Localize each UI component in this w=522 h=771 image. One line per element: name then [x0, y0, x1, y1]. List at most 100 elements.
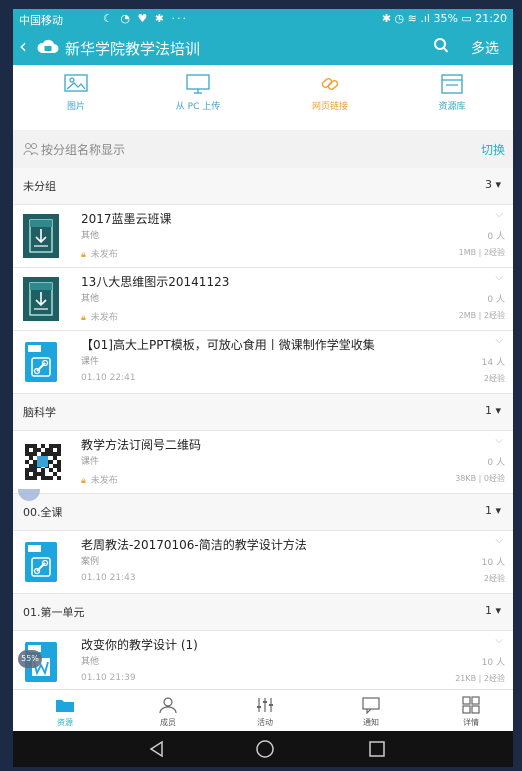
file-thumbnail-icon — [23, 277, 59, 321]
section-header[interactable]: 未分组 3 ▾ — [13, 168, 513, 205]
status-bar: 中国移动 ☾ ◔ ♥ ✱ ··· ✱ ◷ ≋ .ıl 35% ▭ 21:20 — [13, 9, 513, 29]
group-users-icon — [23, 143, 39, 156]
nav-label: 详情 — [463, 718, 479, 727]
file-thumbnail-icon — [23, 440, 63, 484]
nav-item-activity[interactable]: 活动 — [230, 696, 300, 728]
chevron-down-icon[interactable]: ⌵ — [495, 272, 503, 283]
chevron-down-icon[interactable]: ⌵ — [495, 335, 503, 346]
chevron-down-icon[interactable]: ⌵ — [495, 435, 503, 446]
resource-list: 未分组 3 ▾ 2017蓝墨云班课 其他 🔒︎ 未发布 ⌵ 0 人 1MB | 2经验 13八大思… — [13, 168, 513, 694]
multi-select-button[interactable]: 多选 — [471, 38, 499, 58]
section-count[interactable]: 1 ▾ — [485, 504, 501, 517]
item-people: 0 人 — [487, 295, 505, 305]
item-category: 课件 — [81, 357, 100, 367]
status-icons: ☾ ◔ ♥ ✱ ··· — [103, 12, 189, 25]
app-screen: 中国移动 ☾ ◔ ♥ ✱ ··· ✱ ◷ ≋ .ıl 35% ▭ 21:20 ‹… — [13, 9, 513, 767]
nav-item-notification[interactable]: 通知 — [336, 696, 406, 728]
item-status: 01.10 21:43 — [81, 573, 136, 583]
nav-item-details[interactable]: 详情 — [436, 696, 506, 728]
item-category: 其他 — [81, 231, 100, 241]
section-count[interactable]: 1 ▾ — [485, 404, 501, 417]
item-title: 2017蓝墨云班课 — [81, 212, 172, 226]
nav-label: 成员 — [160, 718, 176, 727]
section-header[interactable]: 00.全课 1 ▾ — [13, 494, 513, 531]
lock-icon: 🔒︎ — [81, 250, 86, 260]
item-people: 0 人 — [487, 458, 505, 468]
section-name: 脑科学 — [23, 406, 56, 419]
back-triangle-icon[interactable] — [147, 739, 167, 759]
item-category: 案例 — [81, 557, 100, 567]
tool-web-link[interactable]: 网页链接 — [285, 73, 375, 112]
item-title: 教学方法订阅号二维码 — [81, 438, 202, 452]
back-button[interactable]: ‹ — [19, 35, 27, 57]
activity-icon — [257, 698, 273, 712]
lock-icon: 🔒︎ — [81, 313, 86, 323]
item-people: 0 人 — [487, 232, 505, 242]
tool-upload-pc[interactable]: 从 PC 上传 — [153, 73, 243, 112]
item-title: 老周教法-20170106-简洁的教学设计方法 — [81, 538, 307, 552]
chevron-down-icon[interactable]: ⌵ — [495, 635, 503, 646]
tool-resource-library-label: 资源库 — [438, 102, 466, 112]
item-category: 其他 — [81, 294, 100, 304]
nav-item-members[interactable]: 成员 — [133, 696, 203, 728]
file-thumbnail-icon — [23, 340, 59, 384]
lock-icon: 🔒︎ — [81, 476, 86, 486]
home-circle-icon[interactable] — [255, 739, 275, 759]
nav-label: 通知 — [363, 718, 379, 727]
item-status-text: 未发布 — [90, 250, 118, 260]
item-status: 🔒︎ 未发布 — [81, 473, 118, 486]
tool-resource-library[interactable]: 资源库 — [407, 73, 497, 112]
section-count[interactable]: 1 ▾ — [485, 604, 501, 617]
list-item[interactable]: 改变你的教学设计 (1) 其他 01.10 21:39 ⌵ 10 人 21KB | 2经验 — [13, 631, 513, 694]
item-status-text: 01.10 21:43 — [81, 573, 136, 583]
image-icon — [64, 74, 88, 92]
page-title: 新华学院教学法培训 — [65, 40, 201, 58]
item-size: 38KB | 0经验 — [455, 474, 505, 483]
section-count[interactable]: 3 ▾ — [485, 178, 501, 191]
item-category: 课件 — [81, 457, 100, 467]
list-item[interactable]: 老周教法-20170106-简洁的教学设计方法案例 01.10 21:43 ⌵ 10 … — [13, 531, 513, 594]
list-item[interactable]: 13八大思维图示20141123 其他 🔒︎ 未发布 ⌵ 0 人 2MB | 2经验 — [13, 268, 513, 331]
item-status-text: 未发布 — [90, 476, 118, 486]
status-right: ✱ ◷ ≋ .ıl 35% ▭ 21:20 — [381, 12, 507, 25]
section-name: 00.全课 — [23, 506, 63, 519]
bottom-nav: 资源 成员 活动 通知 详情 — [13, 689, 513, 732]
switch-button[interactable]: 切换 — [481, 141, 505, 158]
item-status: 01.10 22:41 — [81, 373, 136, 383]
item-size: 2MB | 2经验 — [458, 311, 505, 320]
item-status: 01.10 21:39 — [81, 673, 136, 683]
system-nav-bar — [13, 731, 513, 767]
members-icon — [159, 697, 177, 714]
notification-icon — [362, 697, 380, 714]
tool-upload-pc-label: 从 PC 上传 — [175, 102, 221, 112]
library-icon — [441, 74, 463, 94]
tool-image[interactable]: 图片 — [31, 73, 121, 112]
section-header[interactable]: 脑科学 1 ▾ — [13, 394, 513, 431]
item-title: 改变你的教学设计 (1) — [81, 638, 198, 652]
item-status-text: 01.10 21:39 — [81, 673, 136, 683]
item-size: 1MB | 2经验 — [458, 248, 505, 257]
item-people: 10 人 — [481, 558, 505, 568]
link-icon — [321, 78, 339, 90]
item-people: 10 人 — [481, 658, 505, 668]
item-people: 14 人 — [481, 358, 505, 368]
upload-toolbar: 图片 从 PC 上传 网页链接 资源库 — [13, 65, 513, 129]
section-name: 未分组 — [23, 180, 56, 193]
search-icon[interactable] — [433, 37, 449, 55]
floating-badge[interactable]: 55% — [18, 650, 42, 668]
item-status-text: 未发布 — [90, 313, 118, 323]
list-item[interactable]: 【01]高大上PPT模板，可放心食用丨微课制作学堂收集 课件 01.10 22:41… — [13, 331, 513, 394]
chevron-down-icon[interactable]: ⌵ — [495, 209, 503, 220]
tool-image-label: 图片 — [66, 102, 85, 112]
section-header[interactable]: 01.第一单元 1 ▾ — [13, 594, 513, 631]
chevron-down-icon[interactable]: ⌵ — [495, 535, 503, 546]
tool-web-link-label: 网页链接 — [311, 102, 348, 112]
list-item[interactable]: 教学方法订阅号二维码课件 🔒︎ 未发布 ⌵ 0 人 38KB | 0经验 — [13, 431, 513, 494]
list-item[interactable]: 2017蓝墨云班课其他 🔒︎ 未发布 ⌵ 0 人 1MB | 2经验 — [13, 205, 513, 268]
group-display-bar: 按分组名称显示 切换 — [13, 130, 513, 168]
nav-item-folder[interactable]: 资源 — [30, 696, 100, 728]
recents-square-icon[interactable] — [367, 739, 387, 759]
item-category: 其他 — [81, 657, 100, 667]
item-status-text: 01.10 22:41 — [81, 373, 136, 383]
file-thumbnail-icon — [23, 214, 59, 258]
